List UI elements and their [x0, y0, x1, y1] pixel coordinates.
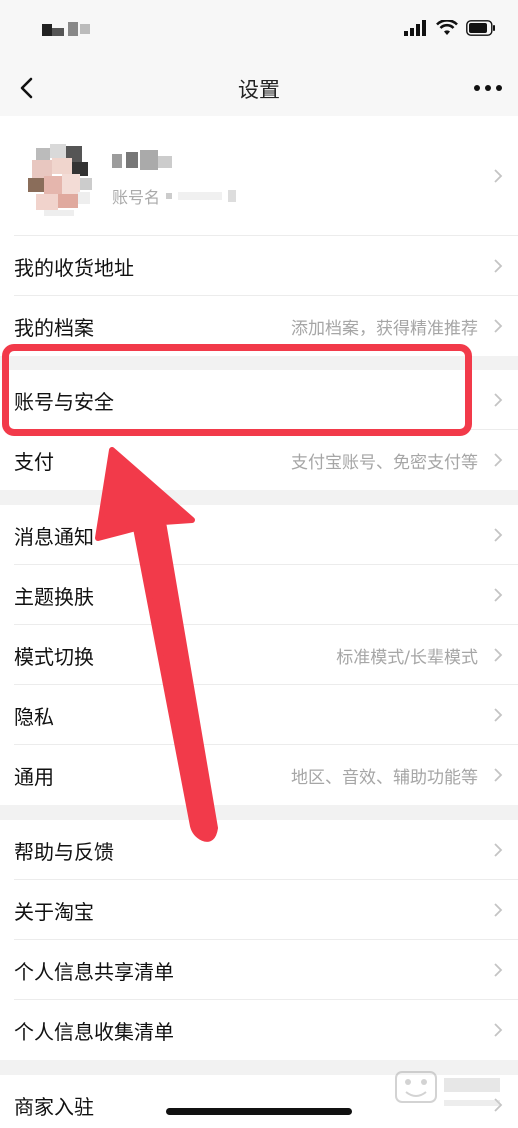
chevron-right-icon	[494, 588, 503, 602]
row-label: 关于淘宝	[14, 899, 94, 924]
more-icon[interactable]	[472, 76, 504, 100]
settings-row-help-feedback[interactable]: 帮助与反馈	[0, 820, 518, 880]
row-label: 主题换肤	[14, 584, 94, 609]
settings-row-mode-switch[interactable]: 模式切换 标准模式/长辈模式	[0, 625, 518, 685]
settings-row-privacy[interactable]: 隐私	[0, 685, 518, 745]
settings-row-notifications[interactable]: 消息通知	[0, 505, 518, 565]
wifi-icon	[436, 20, 458, 35]
settings-row-payment[interactable]: 支付 支付宝账号、免密支付等	[0, 430, 518, 490]
row-hint: 标准模式/长辈模式	[336, 647, 478, 668]
settings-row-info-sharing[interactable]: 个人信息共享清单	[0, 940, 518, 1000]
chevron-right-icon	[494, 903, 503, 917]
status-indicators	[404, 18, 496, 38]
battery-icon	[466, 20, 495, 36]
home-indicator	[166, 1108, 352, 1115]
page-title: 设置	[238, 78, 280, 102]
chevron-right-icon	[494, 708, 503, 722]
status-bar	[0, 0, 518, 60]
row-label: 支付	[14, 449, 54, 474]
chevron-right-icon	[494, 319, 503, 333]
settings-group-profile: 账号名 我的收货地址 我的档案 添加档案，获得精准推荐	[0, 116, 518, 356]
settings-row-general[interactable]: 通用 地区、音效、辅助功能等	[0, 745, 518, 805]
nav-bar: 设置	[0, 60, 518, 116]
row-hint: 添加档案，获得精准推荐	[291, 318, 478, 339]
avatar	[22, 142, 98, 218]
row-hint: 地区、音效、辅助功能等	[291, 767, 478, 788]
settings-row-about[interactable]: 关于淘宝	[0, 880, 518, 940]
row-label: 个人信息共享清单	[14, 959, 174, 984]
chevron-right-icon	[494, 648, 503, 662]
row-hint: 支付宝账号、免密支付等	[291, 452, 478, 473]
highlight-box-annotation	[2, 344, 472, 436]
account-value-blurred	[166, 193, 173, 199]
chevron-right-icon	[494, 1023, 503, 1037]
row-label: 我的档案	[14, 315, 94, 340]
profile-name-blurred	[112, 150, 182, 172]
status-time-blurred	[42, 20, 92, 40]
settings-group-preferences: 消息通知 主题换肤 模式切换 标准模式/长辈模式 隐私 通用 地区、音效、辅助功…	[0, 505, 518, 805]
row-label: 我的收货地址	[14, 255, 134, 280]
settings-row-address[interactable]: 我的收货地址	[0, 236, 518, 296]
row-label: 商家入驻	[14, 1094, 94, 1119]
chevron-right-icon	[494, 528, 503, 542]
account-value-blurred	[228, 190, 237, 202]
row-label: 个人信息收集清单	[14, 1019, 174, 1044]
row-label: 通用	[14, 764, 54, 789]
settings-row-info-collection[interactable]: 个人信息收集清单	[0, 1000, 518, 1060]
settings-row-theme[interactable]: 主题换肤	[0, 565, 518, 625]
row-label: 隐私	[14, 704, 54, 729]
row-label: 帮助与反馈	[14, 839, 114, 864]
account-value-blurred	[178, 192, 223, 200]
watermark-logo	[395, 1071, 500, 1106]
chevron-right-icon	[494, 768, 503, 782]
chevron-right-icon	[494, 393, 503, 407]
settings-group-help: 帮助与反馈 关于淘宝 个人信息共享清单 个人信息收集清单	[0, 820, 518, 1060]
chevron-right-icon	[494, 963, 503, 977]
row-label: 消息通知	[14, 524, 94, 549]
profile-row[interactable]: 账号名	[0, 116, 518, 236]
chevron-right-icon	[494, 259, 503, 273]
row-label: 模式切换	[14, 644, 94, 669]
signal-icon	[404, 20, 426, 36]
chevron-right-icon	[494, 453, 503, 467]
chevron-right-icon	[494, 843, 503, 857]
profile-account: 账号名	[112, 184, 237, 208]
account-label: 账号名	[112, 188, 161, 207]
chevron-right-icon	[494, 169, 503, 183]
